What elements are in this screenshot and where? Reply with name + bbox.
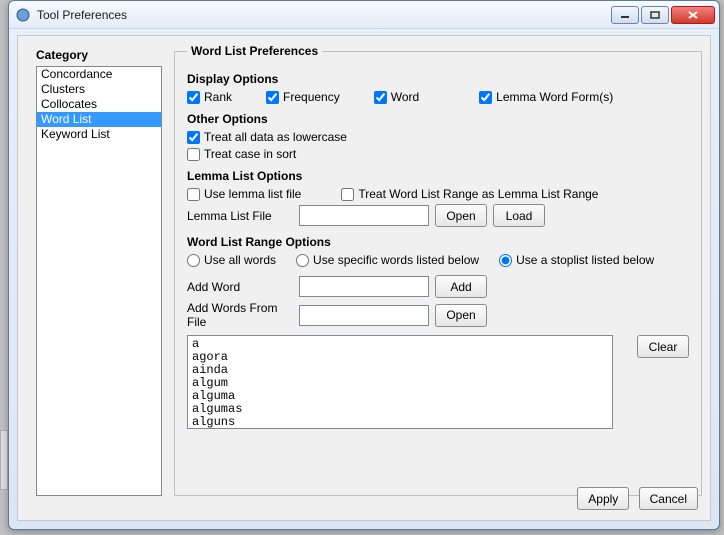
add-words-from-file-label: Add Words From File <box>187 301 299 329</box>
titlebar: Tool Preferences <box>9 1 719 29</box>
word-list-range-options-heading: Word List Range Options <box>187 235 689 249</box>
category-item-word-list[interactable]: Word List <box>37 112 161 127</box>
display-options-heading: Display Options <box>187 72 689 86</box>
lemma-word-forms-checkbox[interactable]: Lemma Word Form(s) <box>479 90 613 104</box>
category-item-keyword-list[interactable]: Keyword List <box>37 127 161 142</box>
add-word-button[interactable]: Add <box>435 275 487 298</box>
tool-preferences-window: Tool Preferences Category Concordance Cl… <box>8 0 720 530</box>
other-options-heading: Other Options <box>187 112 689 126</box>
maximize-button[interactable] <box>641 6 669 24</box>
apply-button[interactable]: Apply <box>577 487 629 510</box>
cancel-button[interactable]: Cancel <box>639 487 698 510</box>
lemma-list-file-label: Lemma List File <box>187 209 299 223</box>
lemma-open-button[interactable]: Open <box>435 204 487 227</box>
category-list[interactable]: Concordance Clusters Collocates Word Lis… <box>36 66 162 496</box>
add-words-file-input[interactable] <box>299 305 429 326</box>
rank-checkbox[interactable]: Rank <box>187 90 232 104</box>
case-sort-checkbox[interactable]: Treat case in sort <box>187 147 296 161</box>
use-stoplist-radio[interactable]: Use a stoplist listed below <box>499 253 654 267</box>
stoplist-textarea[interactable] <box>187 335 613 429</box>
app-icon <box>15 7 31 23</box>
clear-button[interactable]: Clear <box>637 335 689 358</box>
category-item-collocates[interactable]: Collocates <box>37 97 161 112</box>
lemma-list-options-heading: Lemma List Options <box>187 169 689 183</box>
use-all-words-radio[interactable]: Use all words <box>187 253 276 267</box>
category-item-clusters[interactable]: Clusters <box>37 82 161 97</box>
add-word-input[interactable] <box>299 276 429 297</box>
word-checkbox[interactable]: Word <box>374 90 419 104</box>
category-heading: Category <box>36 48 88 62</box>
close-button[interactable] <box>671 6 715 24</box>
minimize-button[interactable] <box>611 6 639 24</box>
frequency-checkbox[interactable]: Frequency <box>266 90 340 104</box>
treat-range-as-lemma-checkbox[interactable]: Treat Word List Range as Lemma List Rang… <box>341 187 598 201</box>
use-specific-words-radio[interactable]: Use specific words listed below <box>296 253 479 267</box>
use-lemma-file-checkbox[interactable]: Use lemma list file <box>187 187 301 201</box>
category-item-concordance[interactable]: Concordance <box>37 67 161 82</box>
lemma-list-file-input[interactable] <box>299 205 429 226</box>
window-title: Tool Preferences <box>37 8 609 22</box>
lemma-load-button[interactable]: Load <box>493 204 545 227</box>
add-word-label: Add Word <box>187 280 299 294</box>
lowercase-checkbox[interactable]: Treat all data as lowercase <box>187 130 347 144</box>
add-words-open-button[interactable]: Open <box>435 304 487 327</box>
client-area: Category Concordance Clusters Collocates… <box>17 35 711 521</box>
panel-legend: Word List Preferences <box>187 44 322 58</box>
word-list-preferences-panel: Word List Preferences Display Options Ra… <box>174 44 702 496</box>
